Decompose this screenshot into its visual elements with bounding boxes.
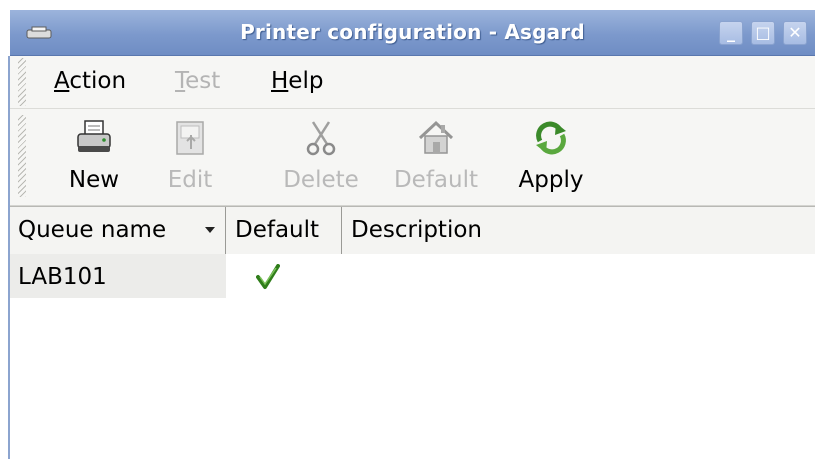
home-icon xyxy=(418,120,454,154)
queue-list-header: Queue name Default Description xyxy=(10,206,815,255)
delete-button-label: Delete xyxy=(283,167,359,193)
menu-action-mnemonic: A xyxy=(54,68,70,94)
sort-descending-icon xyxy=(205,227,215,233)
default-button[interactable]: Default xyxy=(386,115,486,201)
scissors-icon xyxy=(306,121,336,156)
toolbar: New Edit Delete Default Apply xyxy=(10,109,815,206)
menu-test-label: est xyxy=(185,68,221,94)
column-header-queue-name-label: Queue name xyxy=(18,217,167,243)
edit-printer-icon xyxy=(176,121,204,155)
delete-button[interactable]: Delete xyxy=(276,115,366,201)
menu-help-label: elp xyxy=(288,68,324,94)
menu-test-mnemonic: T xyxy=(175,68,186,94)
title-bar[interactable]: Printer configuration - Asgard _ □ ✕ xyxy=(10,10,815,56)
printer-icon xyxy=(77,120,111,152)
column-header-default-label: Default xyxy=(235,217,320,243)
menu-action-label: ction xyxy=(69,68,127,94)
column-header-default[interactable]: Default xyxy=(227,207,342,254)
default-check-icon xyxy=(256,264,280,289)
table-row[interactable]: LAB101 xyxy=(10,254,815,298)
menu-action[interactable]: Action xyxy=(54,68,126,94)
menu-bar: Action Test Help xyxy=(10,56,815,109)
default-button-label: Default xyxy=(393,167,479,193)
new-button[interactable]: New xyxy=(54,115,134,201)
queue-list[interactable]: LAB101 xyxy=(10,254,815,459)
queue-name-cell: LAB101 xyxy=(10,254,226,298)
toolbar-grip-handle[interactable] xyxy=(18,115,26,197)
maximize-button[interactable]: □ xyxy=(751,21,775,45)
new-button-label: New xyxy=(68,167,120,193)
menu-test[interactable]: Test xyxy=(175,68,220,94)
menu-help-mnemonic: H xyxy=(271,68,289,94)
column-header-description[interactable]: Description xyxy=(343,207,813,254)
minimize-button[interactable]: _ xyxy=(719,21,743,45)
edit-button-label: Edit xyxy=(167,167,213,193)
apply-button-label: Apply xyxy=(518,167,584,193)
column-header-queue-name[interactable]: Queue name xyxy=(10,207,226,254)
menubar-grip-handle[interactable] xyxy=(18,58,26,106)
close-button[interactable]: ✕ xyxy=(783,21,807,45)
column-header-description-label: Description xyxy=(351,217,482,243)
menu-help[interactable]: Help xyxy=(271,68,323,94)
apply-button[interactable]: Apply xyxy=(506,115,596,201)
window-title: Printer configuration - Asgard xyxy=(240,20,585,44)
edit-button[interactable]: Edit xyxy=(150,115,230,201)
refresh-apply-icon xyxy=(536,121,566,155)
printer-configuration-window: Printer configuration - Asgard _ □ ✕ Act… xyxy=(0,0,815,459)
